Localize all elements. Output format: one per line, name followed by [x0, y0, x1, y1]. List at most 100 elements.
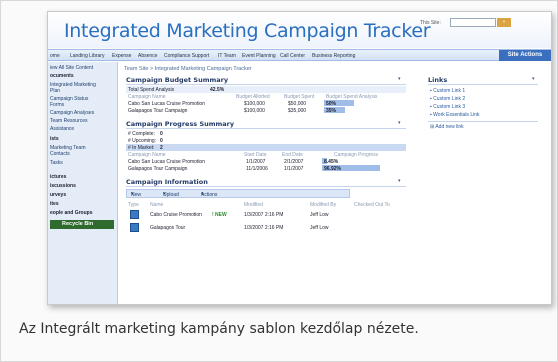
- site-header: Integrated Marketing Campaign Tracker Th…: [48, 12, 551, 48]
- nav-heading-discussions[interactable]: iscussions: [50, 183, 76, 189]
- figure-frame: Integrated Marketing Campaign Tracker Th…: [0, 0, 558, 362]
- link-label: Custom Link 1: [433, 88, 466, 94]
- nav-marketing-team-contacts-2[interactable]: Contacts: [50, 151, 70, 157]
- site-actions-button[interactable]: Site Actions: [499, 50, 551, 61]
- link-label: Work Essentials Link: [433, 112, 480, 118]
- recycle-bin-link[interactable]: Recycle Bin: [50, 220, 114, 229]
- nav-integrated-marketing-plan-2[interactable]: Plan: [50, 88, 60, 94]
- custom-link-1[interactable]: ▪ Custom Link 1: [430, 88, 465, 94]
- document-name[interactable]: Cabo Cruise Promotion: [150, 212, 202, 218]
- budget-allotted: $100,000: [244, 108, 265, 114]
- campaign-progress-value: 96.92%: [324, 166, 341, 172]
- link-label: Custom Link 3: [433, 104, 466, 110]
- count-upcoming-row: # Upcoming: 0: [126, 137, 406, 144]
- chevron-down-icon[interactable]: ▾: [532, 76, 535, 82]
- nav-heading-surveys[interactable]: urveys: [50, 192, 66, 198]
- recycle-bin-label: Recycle Bin: [62, 221, 94, 227]
- nav-team-resources[interactable]: Team Resources: [50, 118, 88, 124]
- tab-home[interactable]: ome: [50, 53, 60, 59]
- end-date: 1/1/2007: [284, 166, 304, 172]
- chevron-down-icon[interactable]: ▾: [398, 76, 401, 82]
- add-new-link[interactable]: ⊞ Add new link: [430, 124, 464, 130]
- new-label: New: [131, 192, 142, 198]
- count-in-market-row: # In Market: 2: [126, 144, 406, 151]
- tab-call-center[interactable]: Call Center: [280, 53, 305, 59]
- modified-by[interactable]: Jeff Low: [310, 212, 329, 218]
- tab-landing-library[interactable]: Landing Library: [70, 53, 104, 59]
- work-essentials-link[interactable]: ▪ Work Essentials Link: [430, 112, 480, 118]
- progress-summary-title: Campaign Progress Summary: [126, 120, 235, 128]
- table-row: Cabo Cruise Promotion ! NEW 1/3/2007 2:1…: [126, 210, 406, 220]
- divider: [126, 128, 406, 129]
- budget-summary-title: Campaign Budget Summary: [126, 76, 229, 84]
- table-row: Cabo San Lucas Cruise Promotion $100,000…: [126, 100, 406, 107]
- table-row: Galapagos Tour Campaign 11/1/2006 1/1/20…: [126, 165, 406, 172]
- nav-tasks[interactable]: Tasks: [50, 160, 63, 166]
- campaign-name[interactable]: Galapagos Tour Campaign: [128, 166, 187, 172]
- links-title: Links: [428, 76, 448, 84]
- chevron-down-icon[interactable]: ▾: [398, 178, 401, 184]
- divider: [126, 84, 406, 85]
- tab-business-reporting[interactable]: Business Reporting: [312, 53, 355, 59]
- actions-label: Actions: [201, 192, 218, 198]
- search-input[interactable]: [450, 18, 496, 27]
- custom-link-2[interactable]: ▪ Custom Link 2: [430, 96, 465, 102]
- tab-compliance-support[interactable]: Compliance Support: [164, 53, 209, 59]
- modified-date: 1/3/2007 2:16 PM: [244, 225, 284, 231]
- document-icon: [130, 210, 139, 219]
- info-header-row: Type Name Modified Modified By Checked O…: [126, 201, 406, 208]
- divider: [428, 84, 538, 85]
- nav-campaign-status-forms-2[interactable]: Forms: [50, 102, 64, 108]
- campaign-information-title: Campaign Information: [126, 178, 208, 186]
- modified-date: 1/3/2007 2:16 PM: [244, 212, 284, 218]
- budget-header-row: Campaign Name Budget Allotted Budget Spe…: [126, 93, 406, 100]
- breadcrumb[interactable]: Team Site > Integrated Marketing Campaig…: [124, 66, 252, 72]
- new-badge: ! NEW: [212, 212, 227, 218]
- nav-view-all-content[interactable]: iew All Site Content: [50, 65, 93, 71]
- tab-it-team[interactable]: IT Team: [218, 53, 236, 59]
- table-row: Cabo San Lucas Cruise Promotion 1/1/2007…: [126, 158, 406, 165]
- total-spend-row: Total Spend Analysis 42.5%: [126, 86, 406, 93]
- nav-heading-people-groups[interactable]: eople and Groups: [50, 210, 93, 216]
- top-nav-tabs: ome Landing Library Expense Absence Comp…: [48, 49, 551, 61]
- progress-header-row: Campaign Name Start Date End Date Campai…: [126, 151, 406, 158]
- col-type[interactable]: Type: [128, 202, 139, 208]
- chevron-down-icon[interactable]: ▾: [398, 120, 401, 126]
- actions-menu-button[interactable]: Actions ▾: [201, 191, 217, 198]
- link-label: Custom Link 2: [433, 96, 466, 102]
- document-name[interactable]: Galapagos Tour: [150, 225, 185, 231]
- table-row: Galapagos Tour 1/3/2007 2:16 PM Jeff Low: [126, 223, 406, 233]
- custom-link-3[interactable]: ▪ Custom Link 3: [430, 104, 465, 110]
- tab-event-planning[interactable]: Event Planning: [242, 53, 276, 59]
- quick-launch: iew All Site Content ocuments Integrated…: [48, 62, 118, 304]
- search-go-button[interactable]: »: [497, 18, 511, 27]
- col-modified[interactable]: Modified: [244, 202, 263, 208]
- site-title: Integrated Marketing Campaign Tracker: [64, 20, 431, 42]
- new-menu-button[interactable]: New ▾: [131, 191, 141, 198]
- start-date: 11/1/2006: [246, 166, 268, 172]
- list-toolbar: New ▾ Upload ▾ Actions ▾: [126, 189, 350, 198]
- tab-expense[interactable]: Expense: [112, 53, 131, 59]
- campaign-name[interactable]: Galapagos Tour Campaign: [128, 108, 187, 114]
- add-new-link-label: Add new link: [435, 124, 464, 130]
- modified-by[interactable]: Jeff Low: [310, 225, 329, 231]
- upload-label: Upload: [163, 192, 179, 198]
- nav-campaign-analyses[interactable]: Campaign Analyses: [50, 110, 94, 116]
- figure-caption: Az Integrált marketing kampány sablon ke…: [19, 321, 419, 337]
- document-icon: [130, 223, 139, 232]
- nav-heading-sites[interactable]: ites: [50, 201, 59, 207]
- col-checked-out-to[interactable]: Checked Out To: [354, 202, 390, 208]
- upload-menu-button[interactable]: Upload ▾: [163, 191, 179, 198]
- budget-spent: $35,000: [288, 108, 307, 114]
- nav-assistance[interactable]: Assistance: [50, 126, 74, 132]
- nav-heading-lists[interactable]: ists: [50, 136, 59, 142]
- nav-heading-documents[interactable]: ocuments: [50, 73, 74, 79]
- col-name[interactable]: Name: [150, 202, 163, 208]
- tab-absence[interactable]: Absence: [138, 53, 157, 59]
- nav-heading-pictures[interactable]: ictures: [50, 174, 66, 180]
- add-icon: ⊞: [430, 124, 435, 130]
- budget-analysis-value: 35%: [326, 108, 337, 114]
- count-complete-row: # Complete: 0: [126, 130, 406, 137]
- table-row: Galapagos Tour Campaign $100,000 $35,000…: [126, 107, 406, 114]
- col-modified-by[interactable]: Modified By: [310, 202, 336, 208]
